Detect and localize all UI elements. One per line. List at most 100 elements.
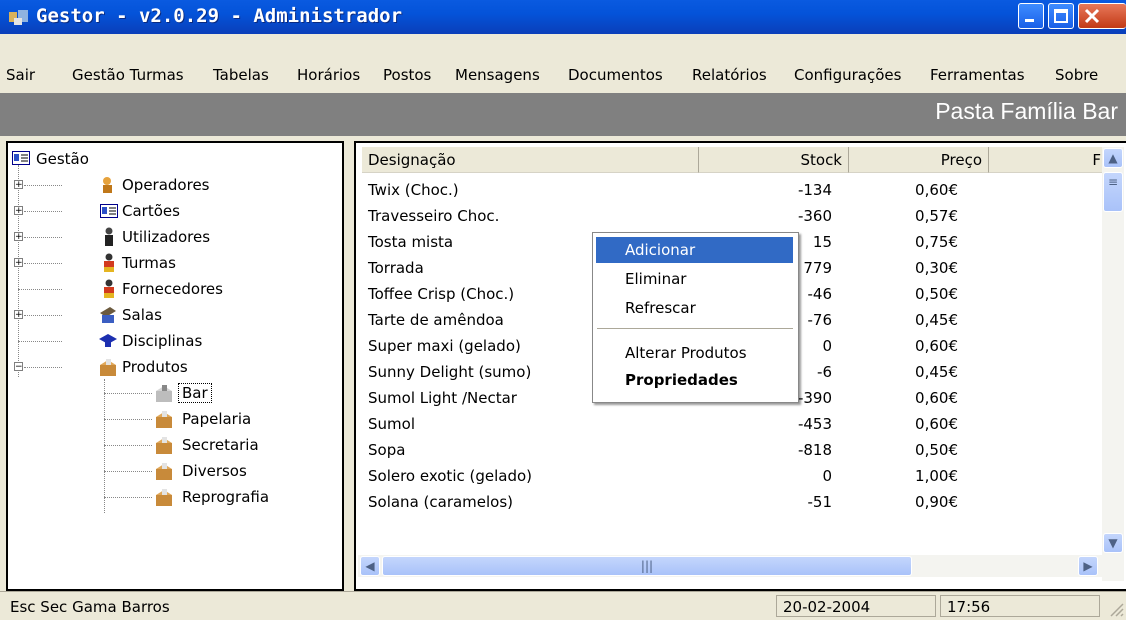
table-row[interactable]: Twix (Choc.) -134 0,60€ [356, 178, 1096, 204]
products-icon [156, 489, 172, 506]
products-icon [156, 463, 172, 480]
scroll-left-icon[interactable]: ◀ [360, 556, 380, 576]
expand-icon[interactable]: + [14, 310, 23, 320]
scroll-down-icon[interactable]: ▼ [1103, 533, 1123, 553]
context-separator [597, 328, 793, 329]
status-school: Esc Sec Gama Barros [10, 598, 170, 616]
scroll-right-icon[interactable]: ▶ [1078, 556, 1098, 576]
horizontal-scrollbar[interactable]: ◀ ||| ▶ [358, 555, 1124, 577]
tree-line [104, 393, 152, 394]
tree-root-label: Gestão [36, 150, 89, 168]
tree-label: Fornecedores [122, 280, 223, 298]
context-eliminar[interactable]: Eliminar [596, 266, 793, 292]
tree-label: Secretaria [182, 436, 259, 454]
status-time: 17:56 [940, 595, 1100, 617]
tree-line [24, 237, 62, 238]
tree-label: Cartões [122, 202, 180, 220]
menu-gestao-turmas[interactable]: Gestão Turmas [72, 66, 184, 84]
supplier-icon [104, 279, 114, 298]
context-propriedades[interactable]: Propriedades [596, 367, 793, 393]
tree-label: Reprografia [182, 488, 270, 506]
discipline-icon [99, 334, 117, 347]
expand-icon[interactable]: + [14, 206, 23, 216]
scroll-thumb[interactable]: ≡ [1103, 172, 1123, 212]
tree-line [104, 379, 105, 513]
expand-icon[interactable]: + [14, 232, 23, 242]
tree-line [18, 289, 62, 290]
room-icon [100, 307, 116, 323]
products-icon [156, 437, 172, 454]
tree-label: Utilizadores [122, 228, 211, 246]
operators-icon [103, 177, 112, 193]
table-row[interactable]: Solana (caramelos) -51 0,90€ [356, 490, 1096, 516]
menu-horarios[interactable]: Horários [297, 66, 360, 84]
table-row[interactable]: Solero exotic (gelado) 0 1,00€ [356, 464, 1096, 490]
tree-label-selected: Bar [178, 383, 212, 403]
title-bar[interactable]: Gestor - v2.0.29 - Administrador [0, 0, 1126, 34]
tree-line [24, 185, 62, 186]
menu-tabelas[interactable]: Tabelas [213, 66, 269, 84]
table-row[interactable]: Sumol -453 0,60€ [356, 412, 1096, 438]
tree-label: Operadores [122, 176, 210, 194]
context-refrescar[interactable]: Refrescar [596, 295, 793, 321]
tree-label: Papelaria [182, 410, 252, 428]
resize-grip-icon[interactable] [1108, 601, 1124, 617]
vertical-scrollbar[interactable]: ▲ ≡ ▼ [1102, 147, 1124, 581]
close-button[interactable] [1078, 3, 1126, 29]
header-band: Pasta Família Bar [0, 93, 1126, 136]
card-icon [12, 151, 30, 165]
context-adicionar[interactable]: Adicionar [596, 237, 793, 263]
collapse-icon[interactable]: − [14, 362, 23, 372]
tree-label: Disciplinas [122, 332, 203, 350]
card-icon [100, 204, 118, 218]
group-icon [104, 253, 114, 272]
close-icon [1084, 8, 1100, 24]
products-icon [100, 359, 116, 376]
context-menu: Adicionar Eliminar Refrescar Alterar Pro… [592, 232, 799, 403]
menu-configuracoes[interactable]: Configurações [794, 66, 901, 84]
tree-line [104, 419, 152, 420]
tree-label: Diversos [182, 462, 247, 480]
tree-line [24, 315, 62, 316]
menu-ferramentas[interactable]: Ferramentas [930, 66, 1025, 84]
expand-icon[interactable]: + [14, 258, 23, 268]
products-icon [156, 411, 172, 428]
maximize-button[interactable] [1048, 3, 1074, 29]
scroll-thumb[interactable]: ||| [382, 556, 912, 576]
tree-line [18, 341, 62, 342]
tree-line [104, 471, 152, 472]
menu-sair[interactable]: Sair [6, 66, 35, 84]
tree-line [24, 367, 62, 368]
menu-documentos[interactable]: Documentos [568, 66, 663, 84]
expand-icon[interactable]: + [14, 180, 23, 190]
tree-line [104, 497, 152, 498]
tree-line [24, 211, 62, 212]
scroll-up-icon[interactable]: ▲ [1103, 148, 1123, 168]
tree-label: Turmas [122, 254, 176, 272]
context-alterar-produtos[interactable]: Alterar Produtos [596, 340, 793, 366]
folder-title: Pasta Família Bar [935, 98, 1118, 124]
tree-label: Produtos [122, 358, 188, 376]
status-date: 20-02-2004 [776, 595, 936, 617]
menu-postos[interactable]: Postos [383, 66, 431, 84]
table-row[interactable]: Sopa -818 0,50€ [356, 438, 1096, 464]
products-icon [156, 385, 172, 402]
tree-line [18, 165, 19, 377]
menu-mensagens[interactable]: Mensagens [455, 66, 540, 84]
minimize-icon [1025, 19, 1034, 22]
column-header-stock[interactable]: Stock [699, 147, 849, 173]
app-icon [9, 10, 28, 25]
menu-bar: Sair Gestão Turmas Tabelas Horários Post… [0, 62, 1126, 90]
menu-sobre[interactable]: Sobre [1055, 66, 1098, 84]
table-row[interactable]: Travesseiro Choc. -360 0,57€ [356, 204, 1096, 230]
maximize-icon [1054, 9, 1068, 23]
user-icon [105, 227, 113, 246]
tree-label: Salas [122, 306, 162, 324]
column-header-designacao[interactable]: Designação [362, 147, 699, 173]
column-header-f[interactable]: F [989, 147, 1104, 173]
minimize-button[interactable] [1018, 3, 1044, 29]
column-header-preco[interactable]: Preço [849, 147, 989, 173]
tree-panel[interactable]: Gestão + Operadores + Cartões + Utilizad… [6, 141, 344, 591]
menu-relatorios[interactable]: Relatórios [692, 66, 767, 84]
status-bar: Esc Sec Gama Barros 20-02-2004 17:56 [0, 591, 1126, 620]
